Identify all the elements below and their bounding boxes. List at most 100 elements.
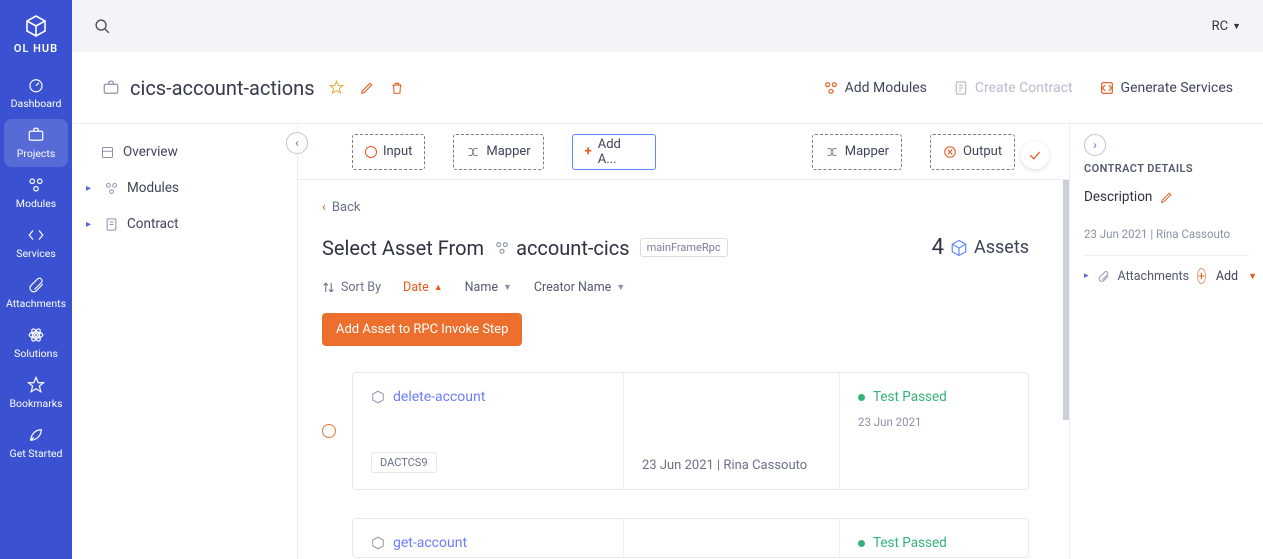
sidebar-item-solutions[interactable]: Solutions [4, 319, 68, 367]
collapse-leftnav-button[interactable]: ‹ [286, 132, 308, 154]
asset-row: get-account Test Passed [322, 518, 1029, 558]
modules-icon [104, 181, 119, 196]
asset-name: get-account [393, 535, 467, 551]
contract-meta: 23 Jun 2021 | Rina Cassouto [1084, 227, 1249, 256]
code-icon [27, 226, 45, 244]
assets-count: 4 [932, 235, 944, 260]
back-link[interactable]: ‹ Back [322, 200, 360, 215]
status-dot-icon [858, 394, 865, 401]
flow-add-action[interactable]: + Add A... [572, 134, 656, 170]
plus-icon: + [585, 144, 592, 159]
flow-mapper-2[interactable]: Mapper [812, 134, 902, 170]
search-icon[interactable] [94, 18, 111, 35]
flow-confirm-button[interactable] [1021, 141, 1049, 169]
generate-services-button[interactable]: Generate Services [1099, 80, 1233, 96]
topbar: RC ▼ [72, 0, 1263, 52]
asset-test-status: Test Passed [858, 389, 1010, 405]
nav-contract[interactable]: ▸ Contract [72, 206, 297, 242]
sort-name[interactable]: Name▼ [465, 280, 512, 295]
flow-mapper-label: Mapper [486, 144, 530, 159]
sidebar-item-label: Services [16, 247, 56, 260]
sidebar-item-label: Attachments [6, 297, 66, 310]
sidebar-item-label: Get Started [10, 447, 63, 460]
edit-button[interactable] [360, 81, 374, 95]
user-menu[interactable]: RC ▼ [1212, 19, 1241, 34]
circle-icon [365, 146, 377, 158]
asset-card[interactable]: get-account Test Passed [352, 518, 1029, 558]
atom-icon [27, 326, 45, 344]
flow-input[interactable]: Input [352, 134, 425, 170]
contract-details-title: CONTRACT DETAILS [1084, 162, 1249, 175]
sidebar-item-projects[interactable]: Projects [4, 119, 68, 167]
status-dot-icon [858, 540, 865, 547]
asset-header: Select Asset From account-cics mainFrame… [322, 235, 1029, 260]
module-name: account-cics [516, 236, 630, 260]
asset-card[interactable]: delete-account DACTCS9 23 Jun 2021 | Rin… [352, 372, 1029, 490]
add-attachment-button[interactable]: + [1197, 268, 1206, 284]
assets-label: Assets [974, 237, 1029, 258]
nav-contract-label: Contract [127, 216, 179, 232]
flow-input-label: Input [383, 144, 412, 159]
sidebar-item-label: Solutions [14, 347, 58, 360]
add-modules-button[interactable]: Add Modules [823, 80, 927, 96]
sort-date[interactable]: Date▲ [403, 280, 443, 295]
description-label: Description [1084, 189, 1152, 205]
sidebar-item-label: Dashboard [11, 97, 62, 110]
logo-text: OL HUB [14, 42, 58, 55]
flow-mapper-1[interactable]: Mapper [453, 134, 543, 170]
asset-code: DACTCS9 [371, 452, 437, 473]
expand-icon[interactable]: ▸ [86, 183, 100, 194]
nav-overview[interactable]: Overview [72, 134, 297, 170]
sidebar-item-bookmarks[interactable]: Bookmarks [4, 369, 68, 417]
asset-radio[interactable] [322, 424, 336, 438]
cube-icon [950, 239, 968, 257]
flow-output-label: Output [963, 144, 1002, 159]
modules-icon [27, 176, 45, 194]
add-modules-label: Add Modules [845, 80, 927, 96]
caret-down-icon: ▼ [503, 282, 512, 293]
sidebar: OL HUB Dashboard Projects Modules Servic… [0, 0, 72, 559]
sidebar-item-getstarted[interactable]: Get Started [4, 419, 68, 467]
sidebar-item-services[interactable]: Services [4, 219, 68, 267]
sort-creator[interactable]: Creator Name▼ [534, 280, 625, 295]
briefcase-icon [27, 126, 45, 144]
contract-icon [104, 217, 119, 232]
expand-rightpane-button[interactable]: › [1084, 134, 1106, 156]
star-icon [27, 376, 45, 394]
right-pane: › CONTRACT DETAILS Description 23 Jun 20… [1069, 124, 1263, 559]
sidebar-item-modules[interactable]: Modules [4, 169, 68, 217]
project-title: cics-account-actions [130, 76, 315, 100]
nav-modules[interactable]: ▸ Modules [72, 170, 297, 206]
project-header: cics-account-actions Add Modules Create … [72, 52, 1263, 124]
sidebar-item-attachments[interactable]: Attachments [4, 269, 68, 317]
logo [24, 14, 48, 38]
expand-icon[interactable]: ▸ [86, 219, 100, 230]
flow-output[interactable]: Output [930, 134, 1015, 170]
sidebar-item-label: Bookmarks [9, 397, 62, 410]
flow-strip: Input Mapper + Add A... Mapper Outpu [298, 124, 1069, 180]
back-label: Back [332, 200, 361, 215]
gauge-icon [27, 76, 45, 94]
sidebar-item-label: Modules [16, 197, 56, 210]
create-contract-button[interactable]: Create Contract [953, 80, 1073, 96]
add-asset-button[interactable]: Add Asset to RPC Invoke Step [322, 313, 522, 346]
edit-description-button[interactable] [1160, 191, 1173, 204]
create-contract-label: Create Contract [975, 80, 1073, 96]
favorite-button[interactable] [329, 80, 344, 95]
asset-test-date: 23 Jun 2021 [858, 415, 1010, 429]
sidebar-item-label: Projects [17, 147, 56, 160]
generate-services-label: Generate Services [1121, 80, 1233, 96]
caret-up-icon: ▲ [434, 282, 443, 293]
delete-button[interactable] [390, 81, 404, 95]
sort-row: Sort By Date▲ Name▼ Creator Name▼ [322, 280, 1029, 295]
asset-name: delete-account [393, 389, 485, 405]
add-caret-icon[interactable]: ▼ [1248, 271, 1257, 282]
nav-modules-label: Modules [127, 180, 179, 196]
select-asset-from-label: Select Asset From [322, 236, 484, 260]
mapper-icon [466, 145, 480, 159]
content-area: ‹ Back Select Asset From account-cics ma… [298, 180, 1069, 559]
module-icon [494, 240, 510, 256]
expand-attachments-icon[interactable]: ▸ [1084, 271, 1089, 281]
sidebar-item-dashboard[interactable]: Dashboard [4, 69, 68, 117]
module-tag: mainFrameRpc [640, 238, 728, 257]
